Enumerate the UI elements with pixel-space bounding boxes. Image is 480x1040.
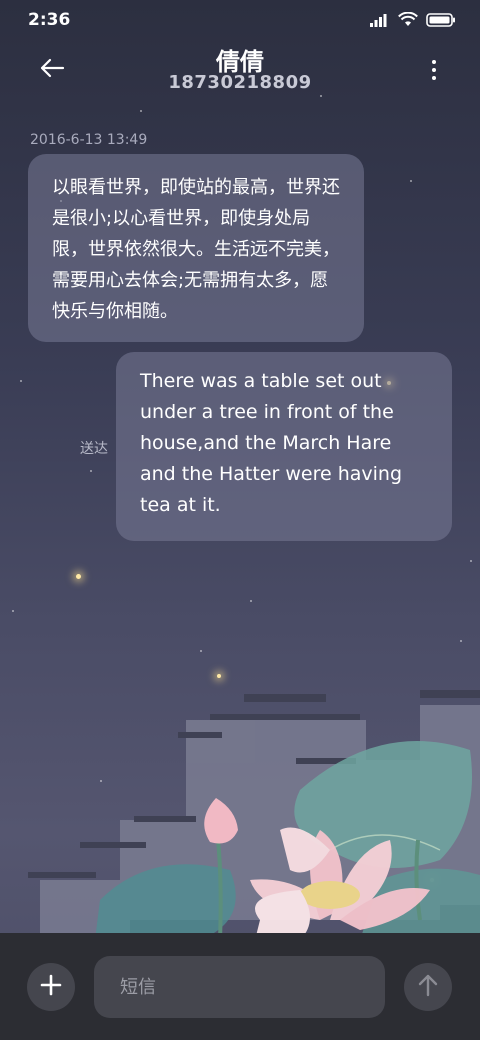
battery-icon <box>426 12 456 31</box>
outgoing-message-text: There was a table set out under a tree i… <box>140 370 403 516</box>
delivery-status: 送达 <box>80 441 108 457</box>
more-dot <box>432 76 436 80</box>
status-time: 2:36 <box>28 10 71 30</box>
signal-icon <box>370 12 390 31</box>
arrow-up-icon <box>417 973 439 1001</box>
more-options-button[interactable] <box>422 52 446 88</box>
outgoing-message-bubble[interactable]: There was a table set out under a tree i… <box>116 352 452 541</box>
contact-phone: 18730218809 <box>168 72 312 93</box>
status-bar: 2:36 <box>0 0 480 40</box>
plus-icon <box>40 974 62 1000</box>
message-timestamp: 2016-6-13 13:49 <box>30 132 148 148</box>
add-attachment-button[interactable] <box>27 963 75 1011</box>
message-composer-bar <box>0 933 480 1040</box>
more-dot <box>432 60 436 64</box>
send-button[interactable] <box>404 963 452 1011</box>
incoming-message-bubble[interactable]: 以眼看世界，即使站的最高，世界还是很小;以心看世界，即使身处局限，世界依然很大。… <box>28 154 364 342</box>
more-dot <box>432 68 436 72</box>
conversation-header: 倩倩 18730218809 <box>0 40 480 110</box>
wifi-icon <box>398 11 418 31</box>
message-input[interactable] <box>94 956 385 1018</box>
incoming-message-text: 以眼看世界，即使站的最高，世界还是很小;以心看世界，即使身处局限，世界依然很大。… <box>52 177 340 322</box>
lotus-scenery-illustration <box>0 680 480 941</box>
